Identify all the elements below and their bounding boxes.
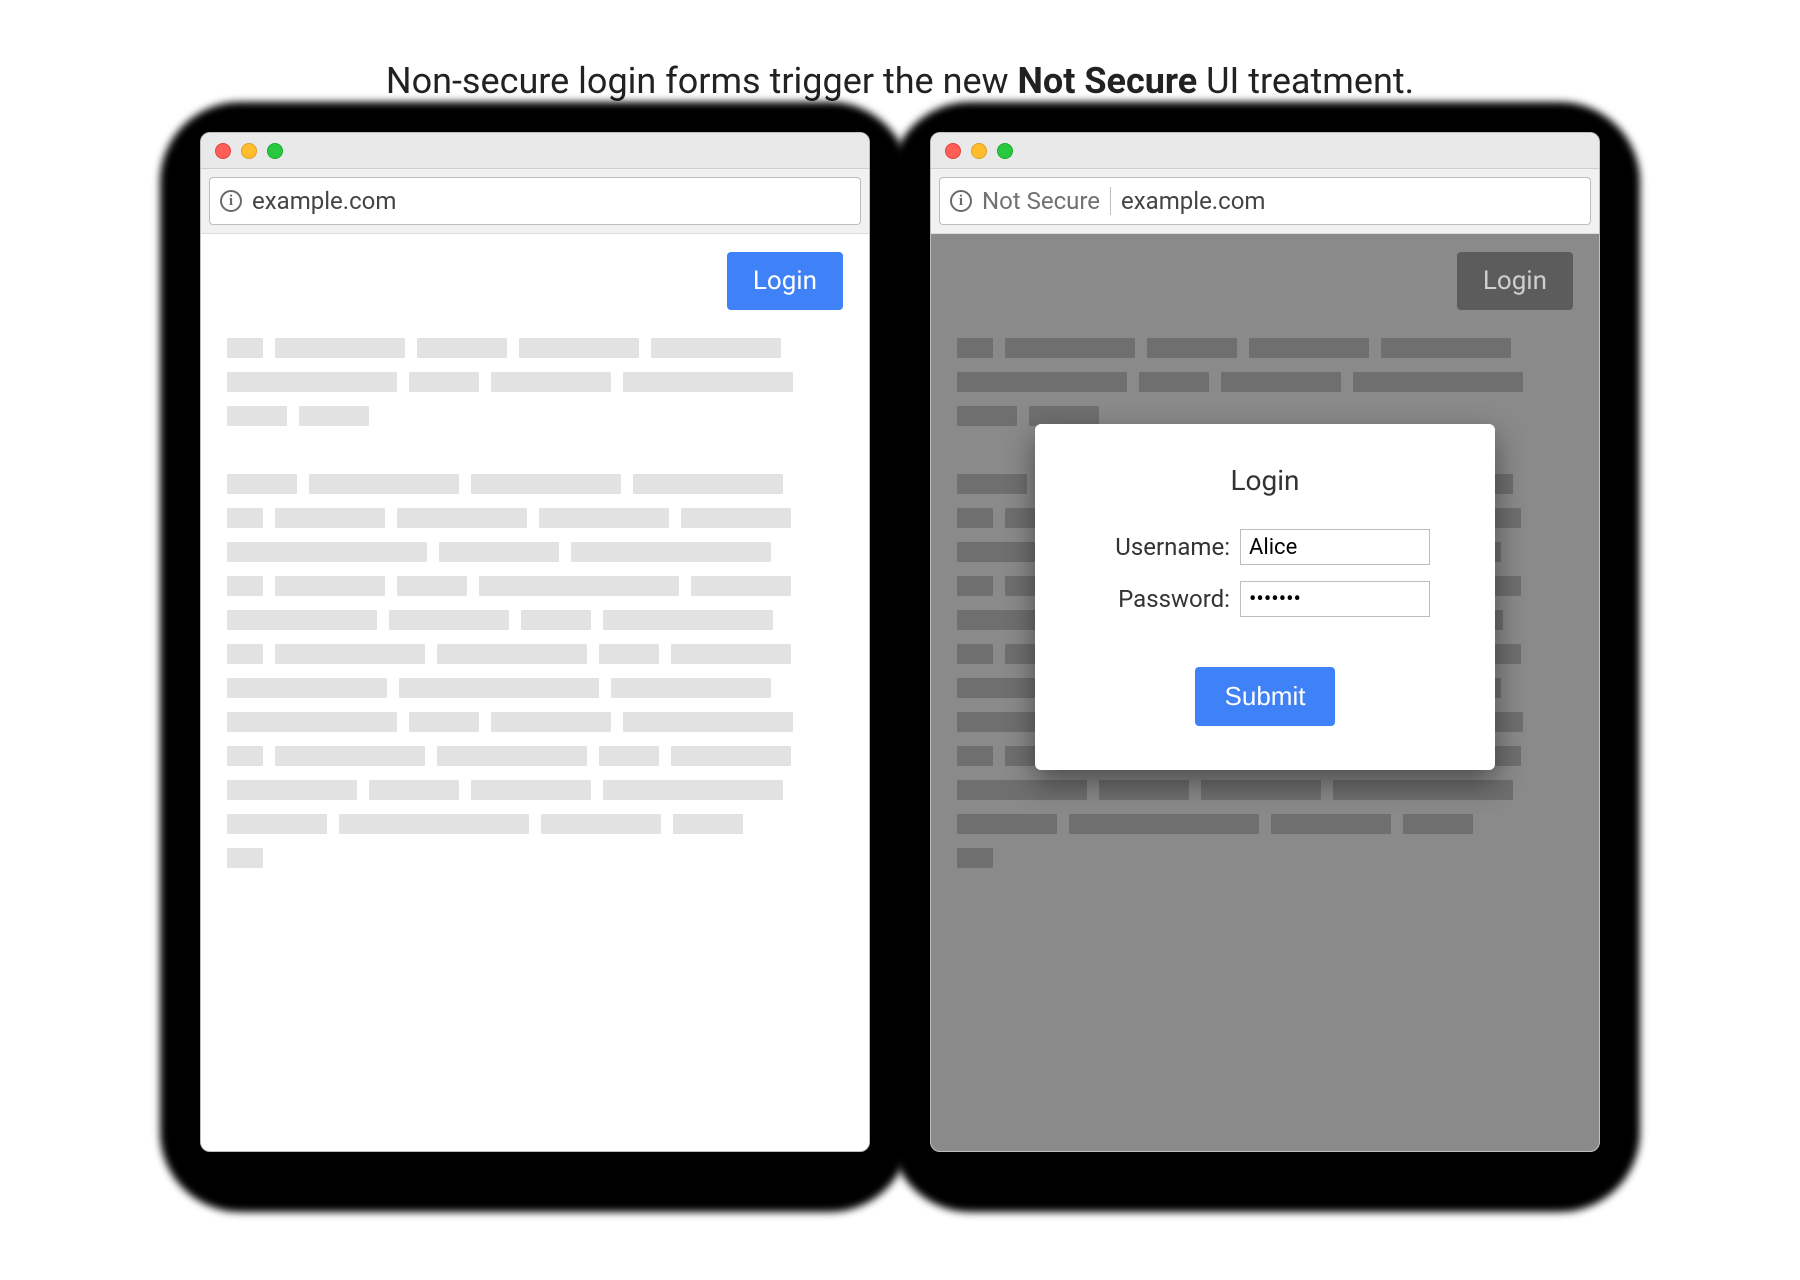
address-text: example.com [252,187,396,215]
right-browser-window: i Not Secure example.com Login [930,132,1600,1152]
username-label: Username: [1100,533,1230,561]
comparison-stage: i example.com Login [200,132,1600,1152]
password-row: Password: [1079,581,1451,617]
login-modal-title: Login [1079,464,1451,497]
site-info-icon[interactable]: i [220,190,242,212]
submit-button[interactable]: Submit [1195,667,1336,726]
address-separator [1110,187,1111,215]
page-viewport: Login [931,233,1599,1151]
caption-suffix: UI treatment. [1197,60,1414,102]
username-row: Username: [1079,529,1451,565]
address-text: example.com [1121,187,1265,215]
maximize-traffic-light-icon[interactable] [997,143,1013,159]
left-browser-window: i example.com Login [200,132,870,1152]
not-secure-indicator: Not Secure [982,187,1100,215]
close-traffic-light-icon[interactable] [945,143,961,159]
login-button[interactable]: Login [727,252,843,310]
caption: Non-secure login forms trigger the new N… [386,60,1414,102]
login-modal: Login Username: Password: Submit [1035,424,1495,770]
left-browser-wrap: i example.com Login [200,132,870,1152]
maximize-traffic-light-icon[interactable] [267,143,283,159]
address-bar[interactable]: i Not Secure example.com [939,177,1591,225]
window-titlebar [201,133,869,169]
placeholder-content [227,338,843,868]
window-titlebar [931,133,1599,169]
close-traffic-light-icon[interactable] [215,143,231,159]
caption-prefix: Non-secure login forms trigger the new [386,60,1018,102]
address-bar[interactable]: i example.com [209,177,861,225]
password-label: Password: [1100,585,1230,613]
minimize-traffic-light-icon[interactable] [971,143,987,159]
page-viewport: Login [201,233,869,1151]
login-modal-overlay: Login Username: Password: Submit [931,234,1599,1151]
caption-bold: Not Secure [1018,60,1198,102]
password-input[interactable] [1240,581,1430,617]
minimize-traffic-light-icon[interactable] [241,143,257,159]
site-info-icon[interactable]: i [950,190,972,212]
username-input[interactable] [1240,529,1430,565]
right-browser-wrap: i Not Secure example.com Login [930,132,1600,1152]
